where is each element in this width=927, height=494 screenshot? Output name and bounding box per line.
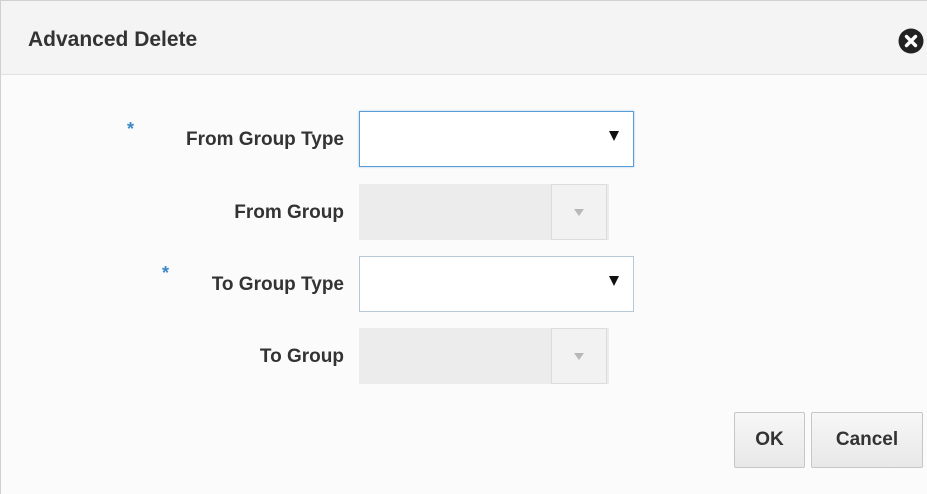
dialog-header: Advanced Delete	[1, 1, 927, 75]
ok-button[interactable]: OK	[734, 412, 805, 468]
from-group-type-select[interactable]	[359, 111, 634, 167]
to-group-label: To Group	[259, 346, 344, 367]
dropdown-arrow-icon	[609, 131, 619, 141]
cancel-button[interactable]: Cancel	[811, 412, 923, 468]
from-group-label: From Group	[234, 202, 344, 223]
from-group-input	[359, 184, 551, 240]
to-group-dropdown-button	[551, 328, 607, 384]
chevron-down-icon	[574, 353, 584, 360]
dialog-title: Advanced Delete	[28, 28, 198, 51]
from-group-dropdown-button	[551, 184, 607, 240]
to-group-type-label: To Group Type	[211, 274, 344, 295]
dropdown-arrow-icon	[609, 276, 619, 286]
required-indicator: *	[162, 263, 170, 283]
to-group-input	[359, 328, 551, 384]
advanced-delete-dialog: Advanced Delete * From Group Type From G…	[0, 0, 927, 494]
to-group-type-select[interactable]	[359, 256, 634, 312]
to-group-combobox	[359, 328, 609, 384]
required-indicator: *	[127, 119, 135, 139]
from-group-combobox	[359, 184, 609, 240]
chevron-down-icon	[574, 209, 584, 216]
from-group-type-label: From Group Type	[186, 129, 344, 150]
close-icon[interactable]	[898, 28, 924, 54]
